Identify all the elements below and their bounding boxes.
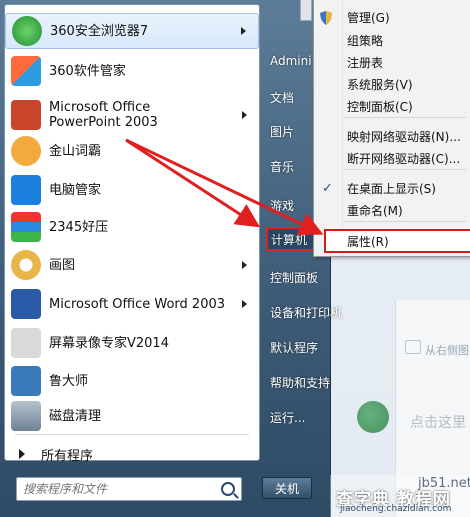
desktop-click-text: 点击这里 [410,415,466,431]
place-item[interactable]: 设备和打印机 [262,299,342,325]
menu-item-label: 组策略 [347,33,384,48]
programs-panel: 360安全浏览器7 360软件管家 Microsoft Office PowerPo… [4,4,260,464]
archive-icon [11,212,41,242]
menu-item-label: 断开网络驱动器(C)... [347,151,461,166]
context-menu-item[interactable]: 组策略 [314,29,470,51]
submenu-arrow-icon [242,261,247,269]
shutdown-button[interactable]: 关机 [262,477,312,499]
scrollbar-thumb[interactable] [300,0,312,21]
place-item[interactable]: 帮助和支持 [262,369,330,395]
context-menu-item[interactable]: 注册表 [314,51,470,73]
search-input[interactable] [17,479,219,499]
place-label: 文档 [270,90,295,105]
program-label: 电脑管家 [49,182,102,198]
place-label: 默认程序 [270,340,319,355]
programs-divider [15,434,249,435]
menu-item-label: 在桌面上显示(S) [347,181,436,196]
paint-icon [11,250,41,280]
search-box[interactable] [16,477,242,501]
program-label: Microsoft Office PowerPoint 2003 [49,100,158,130]
program-label: 磁盘清理 [49,408,102,424]
program-label: 金山词霸 [49,143,102,159]
context-menu-item[interactable]: 管理(G) [314,6,470,28]
place-item[interactable]: 控制面板 [262,264,330,290]
screen-recorder-icon [11,328,41,358]
user-picture-icon [357,401,389,433]
menu-separator [344,221,466,222]
place-label: 游戏 [270,198,295,213]
submenu-arrow-icon [242,300,247,308]
program-item[interactable]: 360软件管家 [5,53,259,89]
ludashi-icon [11,366,41,396]
context-menu-item[interactable]: ✓ 在桌面上显示(S) [314,177,470,199]
program-item[interactable]: 磁盘清理 [5,398,259,434]
menu-item-label: 管理(G) [347,10,390,25]
place-label: 帮助和支持 [270,375,331,390]
watermark-url: jiaocheng.chazidian.com [340,504,452,514]
place-label: 控制面板 [270,270,319,285]
place-label: 计算机 [271,232,308,247]
dictionary-icon [11,136,41,166]
menu-item-label: 系统服务(V) [347,77,413,92]
program-item[interactable]: 2345好压 [5,209,259,245]
program-item[interactable]: 电脑管家 [5,172,259,208]
menu-item-label: 注册表 [347,55,384,70]
place-label: 音乐 [270,159,295,174]
place-label: 图片 [270,124,295,139]
properties-menu-item[interactable]: 属性(R) [324,229,470,253]
menu-item-label: 映射网络驱动器(N)... [347,129,461,144]
menu-item-label: 重命名(M) [347,203,403,218]
place-label: Admini [270,54,312,68]
picture-placeholder-icon [405,340,421,354]
program-item[interactable]: Microsoft Office Word 2003 [5,286,259,322]
word-icon [11,289,41,319]
program-item[interactable]: 屏幕录像专家V2014 [5,325,259,361]
program-label: 屏幕录像专家V2014 [49,335,169,351]
context-menu: 管理(G) 组策略注册表系统服务(V) 控制面板(C) 映射网络驱动器(N)... 断开… [313,0,470,257]
program-item[interactable]: Microsoft Office PowerPoint 2003 [5,95,259,135]
program-label: 2345好压 [49,219,109,235]
all-programs-label: 所有程序 [41,448,94,464]
program-item[interactable]: 360安全浏览器7 [5,13,259,49]
search-icon[interactable] [221,482,235,496]
disk-cleanup-icon [11,401,41,431]
place-item[interactable]: 运行... [262,404,330,430]
context-menu-item[interactable]: 断开网络驱动器(C)... [314,147,470,169]
context-menu-item[interactable]: 映射网络驱动器(N)... [314,125,470,147]
computer-item[interactable]: 计算机 [266,227,316,251]
pc-manager-icon [11,175,41,205]
context-menu-item[interactable]: 系统服务(V) [314,73,470,95]
menu-separator [344,117,466,118]
place-item[interactable]: 默认程序 [262,334,330,360]
program-item[interactable]: 画图 [5,247,259,283]
place-label: 设备和打印机 [270,305,343,320]
program-item[interactable]: 鲁大师 [5,363,259,399]
program-label: 画图 [49,257,76,273]
program-label: 360安全浏览器7 [50,23,149,39]
menu-item-label: 控制面板(C) [347,99,413,114]
submenu-arrow-icon [241,27,246,35]
desktop-hint-text: 从右侧图 [425,344,469,357]
powerpoint-icon [11,100,41,130]
menu-separator [344,169,466,170]
start-menu: 360安全浏览器7 360软件管家 Microsoft Office PowerPo… [0,0,342,517]
context-menu-item[interactable]: 重命名(M) [314,199,470,221]
expand-arrow-icon [19,449,25,459]
context-menu-item[interactable]: 控制面板(C) [314,95,470,117]
program-label: 鲁大师 [49,373,89,389]
checkmark-icon: ✓ [322,180,333,196]
program-label: Microsoft Office Word 2003 [49,296,226,312]
browser-360-icon [12,16,42,46]
menu-item-label: 属性(R) [347,234,389,249]
program-label: 360软件管家 [49,63,126,79]
software-manager-icon [11,56,41,86]
program-item[interactable]: 金山词霸 [5,133,259,169]
submenu-arrow-icon [242,111,247,119]
place-label: 运行... [270,410,306,425]
all-programs-button[interactable]: 所有程序 [5,441,259,467]
shield-icon [320,11,332,25]
